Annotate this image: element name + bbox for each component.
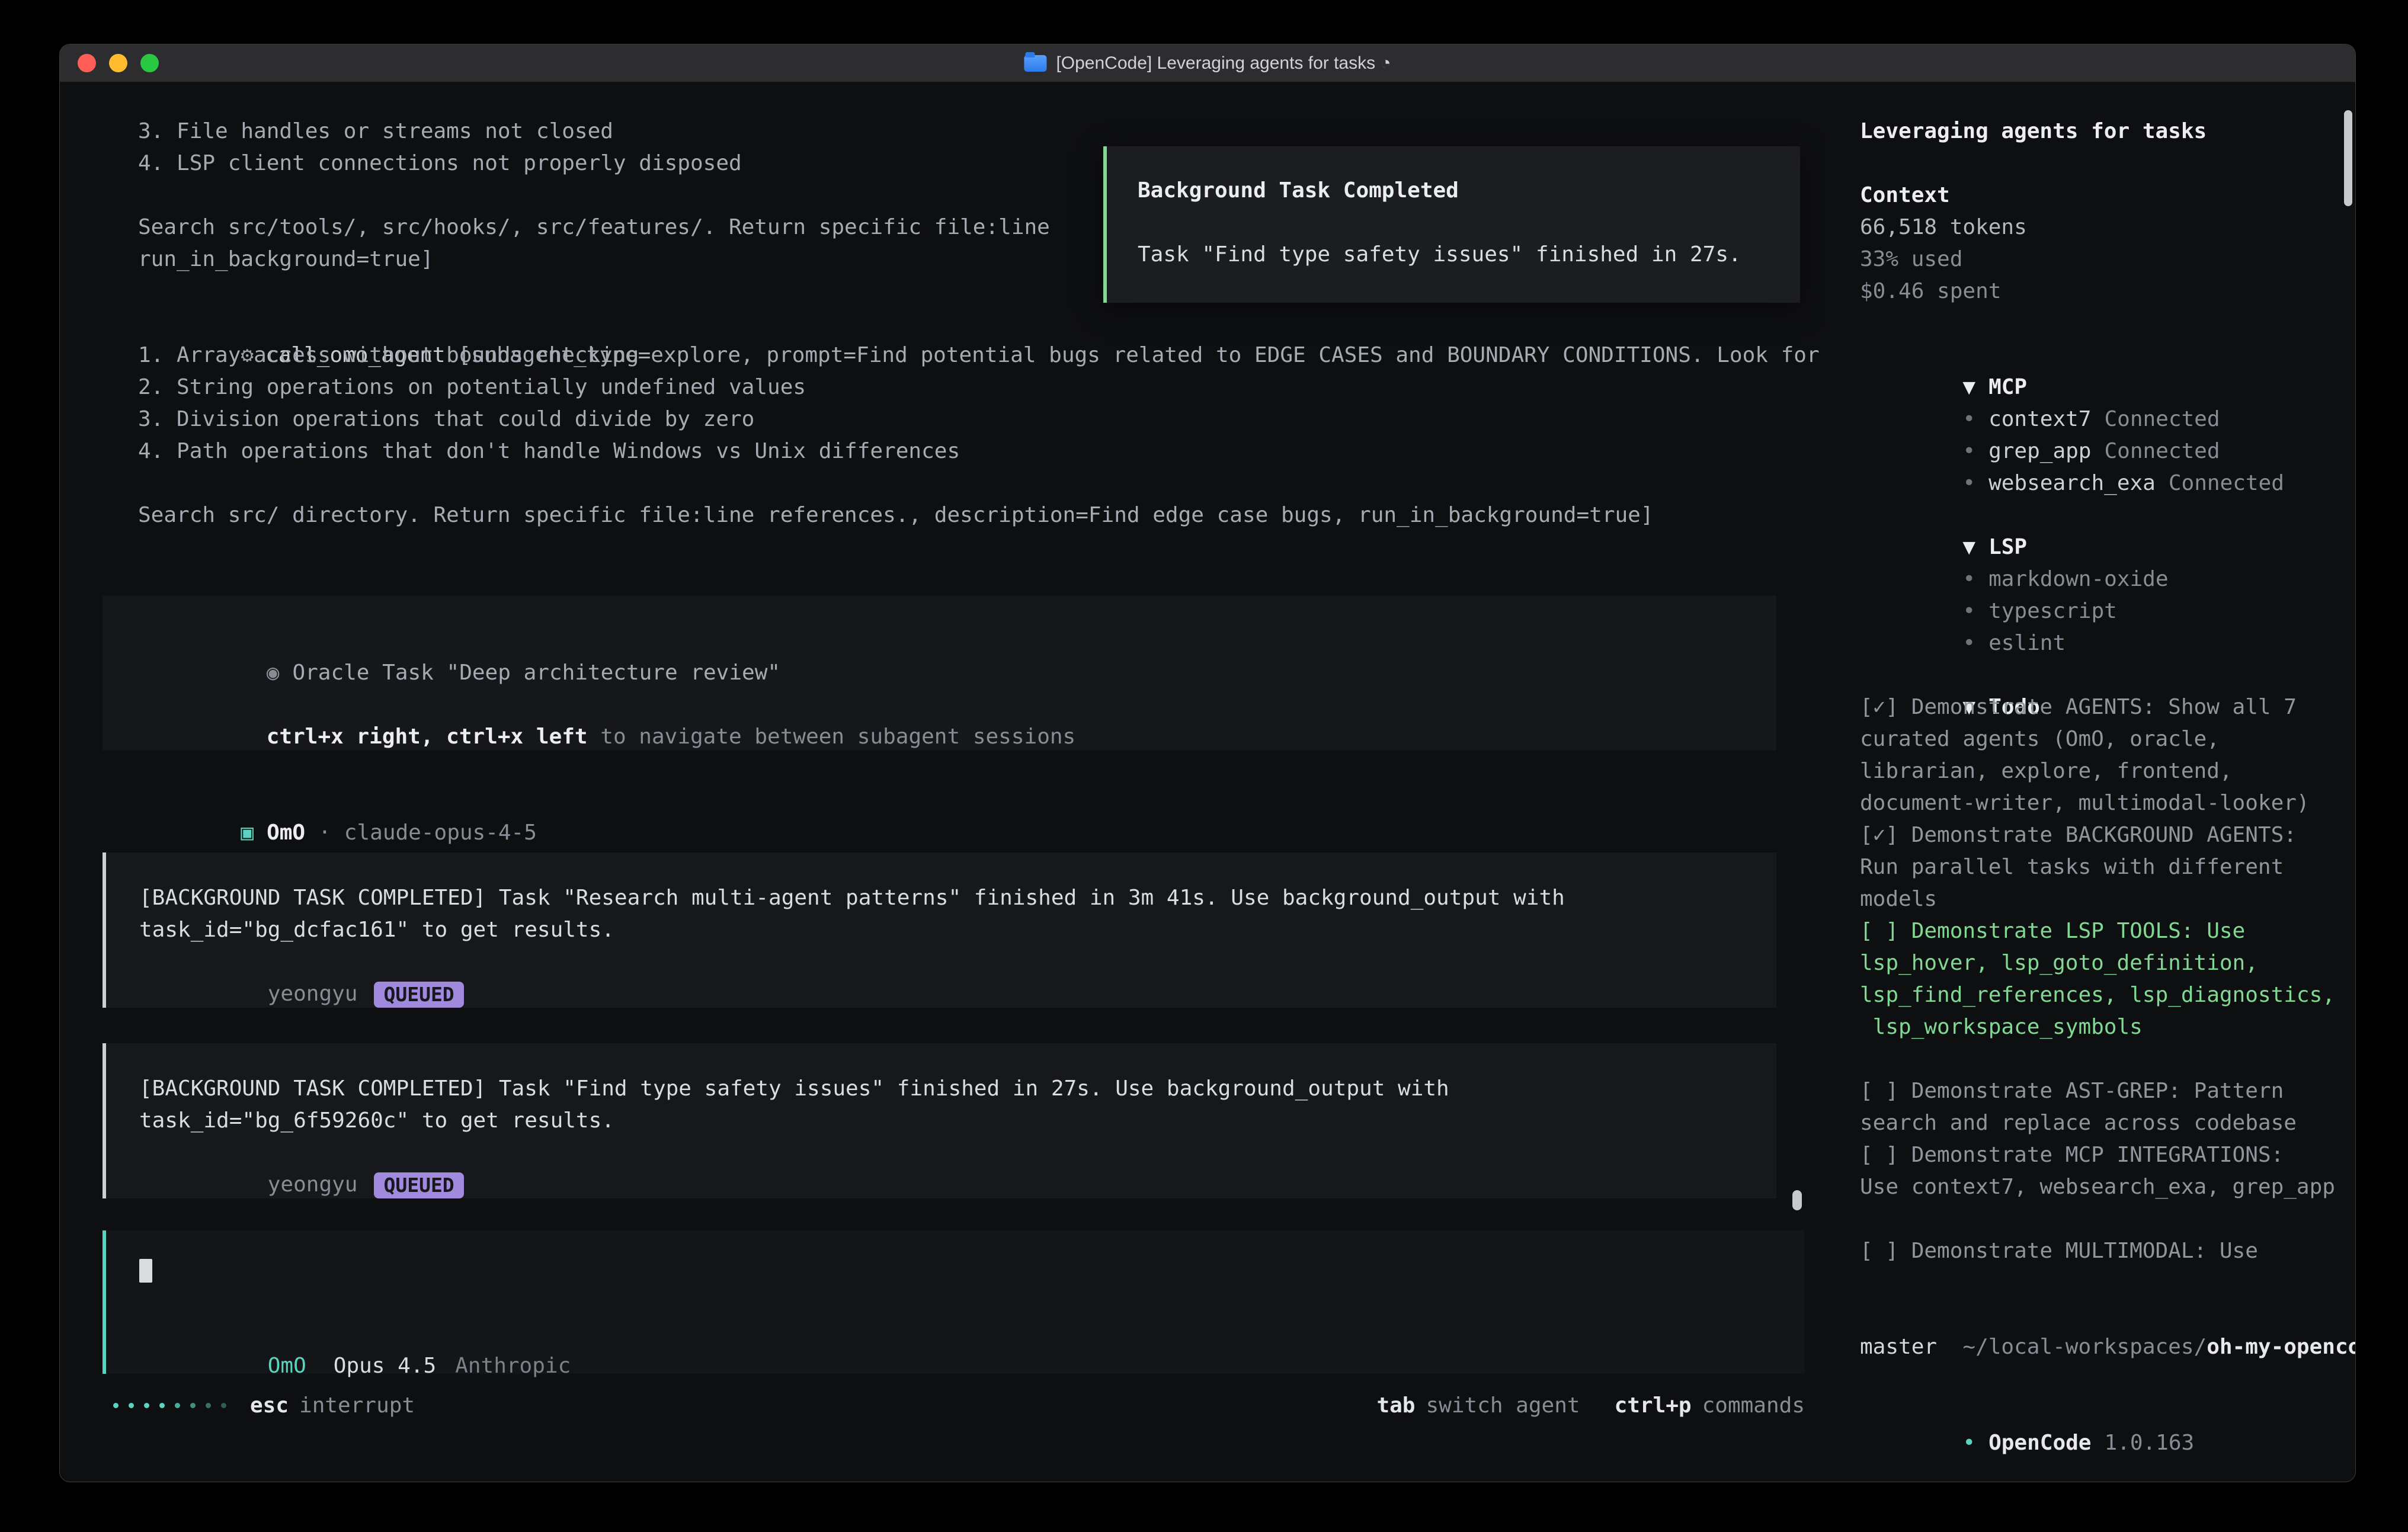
todo-item-pending: [ ] Demonstrate MULTIMODAL: Use <box>1860 1235 2347 1267</box>
sidebar-scrollbar-thumb[interactable] <box>2344 110 2352 206</box>
todo-item-active: lsp_workspace_symbols <box>1860 1011 2347 1043</box>
todo-item-pending: Use context7, websearch_exa, grep_app <box>1860 1171 2347 1203</box>
mcp-section-header[interactable]: ▼MCP <box>1860 339 2347 371</box>
todo-item-pending: search and replace across codebase <box>1860 1107 2347 1139</box>
traffic-lights <box>78 54 159 72</box>
status-bar: esc interrupt tab switch agent ctrl+p co… <box>60 1389 1827 1421</box>
oracle-shortcut-hint: ctrl+x right, ctrl+x left to navigate be… <box>138 689 1741 721</box>
esc-key-hint[interactable]: esc <box>250 1393 289 1418</box>
agent-name: OmO <box>267 821 305 845</box>
conversation-pane[interactable]: 3. File handles or streams not closed 4.… <box>60 82 1827 1482</box>
toast-body: Task "Find type safety issues" finished … <box>1138 239 1776 271</box>
message-author: yeongyu <box>268 982 358 1006</box>
message-text: task_id="bg_dcfac161" to get results. <box>139 914 1741 946</box>
chip-model-name: Opus 4.5 <box>334 1354 436 1378</box>
todo-item-done: curated agents (OmO, oracle, <box>1860 723 2347 755</box>
prompt-input[interactable]: OmOOpus 4.5Anthropic <box>103 1230 1805 1374</box>
agent-model: claude-opus-4-5 <box>344 821 537 845</box>
bullet-icon: • <box>1962 439 1975 463</box>
folder-icon <box>1024 55 1046 72</box>
oracle-task-panel[interactable]: ◉Oracle Task "Deep architecture review" … <box>103 595 1776 751</box>
chip-agent-name: OmO <box>268 1354 306 1378</box>
bullet-icon: • <box>1962 471 1975 495</box>
toast-notification[interactable]: Background Task Completed Task "Find typ… <box>1103 146 1800 303</box>
tool-arg-item: 2. String operations on potentially unde… <box>138 371 1827 403</box>
message-meta: yeongyuQUEUED <box>139 1137 1741 1169</box>
background-task-message-2[interactable]: [BACKGROUND TASK COMPLETED] Task "Find t… <box>103 1043 1776 1198</box>
status-badge-queued: QUEUED <box>374 1172 463 1198</box>
tool-args-tail: Search src/ directory. Return specific f… <box>138 499 1827 531</box>
oracle-icon: ◉ <box>267 661 280 685</box>
model-chip[interactable]: OmOOpus 4.5Anthropic <box>139 1318 1769 1350</box>
context-header: Context <box>1860 180 2347 211</box>
background-task-message-1[interactable]: [BACKGROUND TASK COMPLETED] Task "Resear… <box>103 852 1776 1008</box>
tool-args: [subagent_type=explore, prompt=Find pote… <box>446 343 1820 367</box>
message-text: [BACKGROUND TASK COMPLETED] Task "Find t… <box>139 1073 1741 1105</box>
todo-item-active: lsp_find_references, lsp_diagnostics, <box>1860 979 2347 1011</box>
tab-key-label: switch agent <box>1426 1393 1580 1418</box>
agent-header: ▣OmO·claude-opus-4-5 <box>138 785 1827 817</box>
message-author: yeongyu <box>268 1172 358 1197</box>
session-title: Leveraging agents for tasks <box>1860 116 2347 148</box>
opencode-version: •OpenCode1.0.163 <box>1860 1395 2347 1427</box>
tool-arg-item: 3. Division operations that could divide… <box>138 403 1827 435</box>
window-titlebar[interactable]: [OpenCode] Leveraging agents for tasks ◔ <box>60 44 2355 82</box>
toast-title: Background Task Completed <box>1138 175 1776 207</box>
todo-item-done: [✓] Demonstrate AGENTS: Show all 7 <box>1860 691 2347 723</box>
todo-item-done: librarian, explore, frontend, <box>1860 755 2347 787</box>
message-text: task_id="bg_6f59260c" to get results. <box>139 1105 1741 1137</box>
context-used: 33% used <box>1860 243 2347 275</box>
status-badge-queued: QUEUED <box>374 982 463 1008</box>
todo-item-active: lsp_hover, lsp_goto_definition, <box>1860 947 2347 979</box>
commands-key-hint[interactable]: ctrl+p <box>1615 1393 1692 1418</box>
oracle-task-title: ◉Oracle Task "Deep architecture review" <box>138 625 1741 657</box>
window-title: [OpenCode] Leveraging agents for tasks ◔ <box>1056 53 1391 73</box>
agent-square-icon: ▣ <box>241 821 254 845</box>
separator-dot: · <box>318 821 331 845</box>
message-meta: yeongyuQUEUED <box>139 946 1741 978</box>
collapse-triangle-icon: ▼ <box>1962 375 1975 399</box>
spinner-dots-icon <box>113 1403 226 1408</box>
context-spent: $0.46 spent <box>1860 275 2347 307</box>
zoom-button[interactable] <box>140 54 159 72</box>
bullet-icon: • <box>1962 407 1975 431</box>
todo-item-done: [✓] Demonstrate BACKGROUND AGENTS: <box>1860 819 2347 851</box>
terminal-window: [OpenCode] Leveraging agents for tasks ◔… <box>59 44 2356 1482</box>
tool-arg-item: 4. Path operations that don't handle Win… <box>138 435 1827 467</box>
window-title-area: [OpenCode] Leveraging agents for tasks ◔ <box>1024 53 1391 73</box>
esc-key-label: interrupt <box>299 1393 415 1418</box>
bullet-icon: • <box>1962 1431 1975 1455</box>
todo-item-pending: [ ] Demonstrate MCP INTEGRATIONS: <box>1860 1139 2347 1171</box>
commands-key-label: commands <box>1702 1393 1805 1418</box>
bullet-icon: • <box>1962 631 1975 655</box>
bullet-icon: • <box>1962 599 1975 623</box>
scrollback-line: 3. File handles or streams not closed <box>138 116 1827 148</box>
chip-provider-name: Anthropic <box>455 1354 571 1378</box>
collapse-triangle-icon: ▼ <box>1962 535 1975 559</box>
todo-item-done: document-writer, multimodal-looker) <box>1860 787 2347 819</box>
main-scrollbar-thumb[interactable] <box>1792 1190 1802 1210</box>
workspace-path: ~/local-workspaces/oh-my-opencode: <box>1860 1299 2347 1331</box>
minimize-button[interactable] <box>109 54 127 72</box>
todo-item-done: Run parallel tasks with different <box>1860 851 2347 883</box>
close-button[interactable] <box>78 54 96 72</box>
todo-item-pending: [ ] Demonstrate AST-GREP: Pattern <box>1860 1075 2347 1107</box>
text-cursor <box>139 1259 152 1283</box>
tab-key-hint[interactable]: tab <box>1376 1393 1415 1418</box>
message-text: [BACKGROUND TASK COMPLETED] Task "Resear… <box>139 882 1741 914</box>
todo-item-active: [ ] Demonstrate LSP TOOLS: Use <box>1860 915 2347 947</box>
tool-call-line: ⚙call_omo_agent [subagent_type=explore, … <box>138 307 1827 339</box>
context-tokens: 66,518 tokens <box>1860 211 2347 243</box>
bullet-icon: • <box>1962 567 1975 591</box>
session-sidebar[interactable]: Leveraging agents for tasks Context 66,5… <box>1827 82 2355 1482</box>
todo-item-done: models <box>1860 883 2347 915</box>
